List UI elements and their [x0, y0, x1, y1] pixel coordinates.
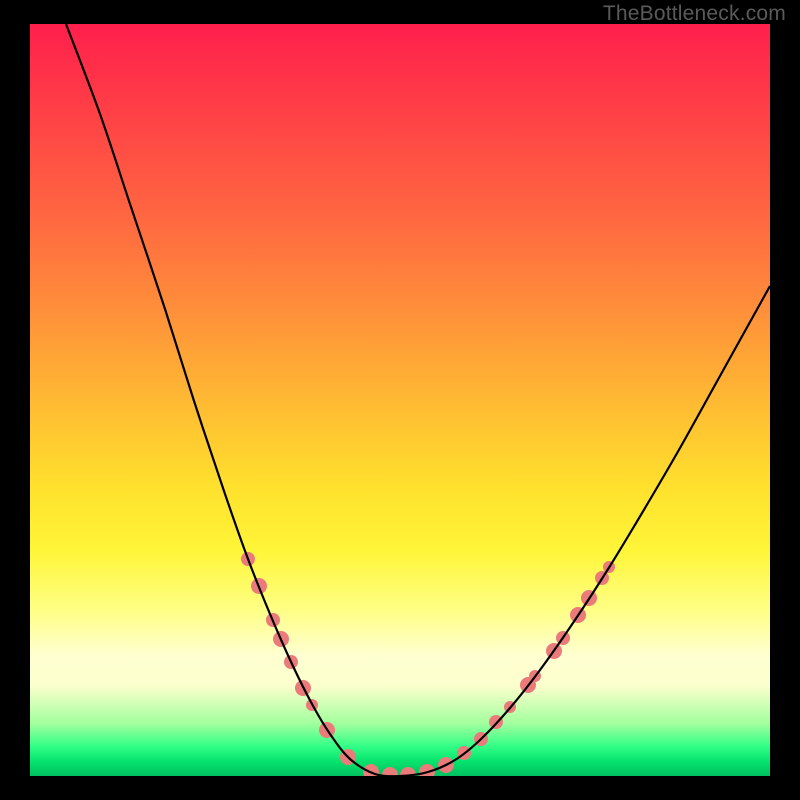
plot-area — [30, 24, 770, 776]
chart-svg — [30, 24, 770, 776]
bottleneck-curve — [66, 24, 770, 776]
outer-frame: TheBottleneck.com — [0, 0, 800, 800]
data-marker — [382, 767, 398, 776]
watermark-text: TheBottleneck.com — [603, 2, 786, 26]
marker-layer — [241, 552, 615, 776]
